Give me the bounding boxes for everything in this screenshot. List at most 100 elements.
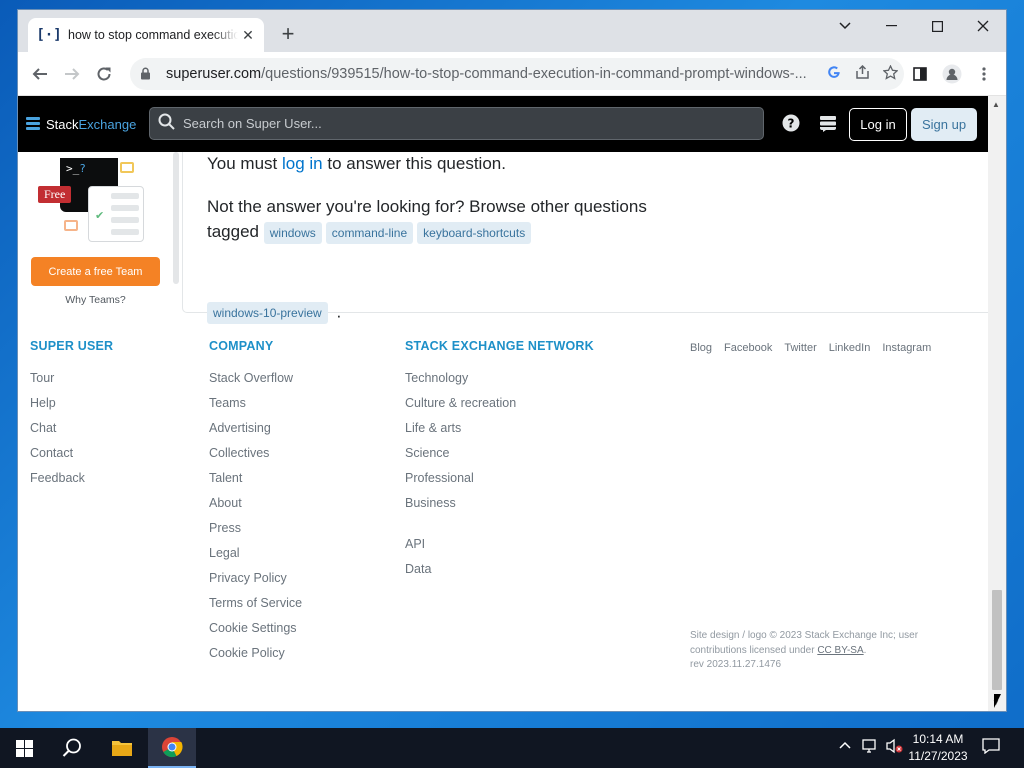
search-icon[interactable] — [48, 728, 96, 768]
close-tab-icon[interactable]: ✕ — [240, 27, 256, 44]
footer-link[interactable]: Feedback — [30, 471, 113, 496]
create-free-team-button[interactable]: Create a free Team — [31, 257, 160, 286]
footer-link[interactable]: Privacy Policy — [209, 571, 302, 596]
footer-link[interactable]: Chat — [30, 421, 113, 446]
forward-arrow-icon[interactable] — [58, 60, 86, 88]
stackexchange-header: Stack Exchange Search on Super User... ? … — [18, 96, 988, 152]
browser-window: [·] how to stop command execution in com… — [18, 10, 1006, 711]
maximize-button[interactable] — [914, 10, 960, 42]
tag-keyboard-shortcuts[interactable]: keyboard-shortcuts — [417, 221, 532, 244]
google-lens-icon[interactable] — [820, 65, 848, 83]
show-hidden-icons-chevron-icon[interactable] — [838, 738, 852, 755]
search-placeholder: Search on Super User... — [183, 116, 322, 131]
footer-link[interactable]: Professional — [405, 471, 594, 496]
chrome-taskbar-icon[interactable] — [148, 728, 196, 768]
stackexchange-logo[interactable]: Stack Exchange — [26, 117, 136, 132]
superuser-favicon-icon: [·] — [36, 27, 62, 43]
answer-prompt-panel: You must log in to answer this question.… — [182, 152, 988, 324]
footer-link[interactable]: Tour — [30, 371, 113, 396]
footer-link[interactable]: Culture & recreation — [405, 396, 594, 421]
footer-link[interactable]: Stack Overflow — [209, 371, 302, 396]
page-scrollbar[interactable]: ▲ ▼ — [988, 96, 1006, 711]
menu-kebab-icon[interactable] — [970, 60, 998, 88]
footer-link[interactable]: Press — [209, 521, 302, 546]
footer-link[interactable]: About — [209, 496, 302, 521]
footer-link[interactable]: Cookie Settings — [209, 621, 302, 646]
scroll-up-arrow-icon[interactable]: ▲ — [992, 100, 1000, 109]
network-icon[interactable] — [862, 738, 880, 757]
footer-link[interactable]: Business — [405, 496, 594, 521]
tab-title: how to stop command execution in command… — [68, 28, 238, 42]
tag-command-line[interactable]: command-line — [325, 221, 414, 244]
teams-promo: >_? ✔ Free Create a free Team Why Teams? — [18, 152, 176, 312]
back-arrow-icon[interactable] — [26, 60, 54, 88]
social-link-blog[interactable]: Blog — [690, 342, 712, 354]
clock-date: 11/27/2023 — [908, 749, 968, 763]
site-search-input[interactable]: Search on Super User... — [149, 107, 764, 140]
footer-link[interactable]: API — [405, 537, 594, 562]
bookmark-star-icon[interactable] — [876, 63, 904, 84]
social-link-linkedin[interactable]: LinkedIn — [829, 342, 871, 354]
footer-link[interactable]: Contact — [30, 446, 113, 471]
signup-button[interactable]: Sign up — [911, 108, 977, 141]
footer-link[interactable]: Advertising — [209, 421, 302, 446]
svg-text:?: ? — [788, 117, 795, 131]
footer-link[interactable]: Help — [30, 396, 113, 421]
tab-search-chevron-icon[interactable] — [822, 10, 868, 42]
chat-bubble-icon — [64, 220, 78, 231]
footer-link[interactable]: Technology — [405, 371, 594, 396]
footer-link[interactable]: Science — [405, 446, 594, 471]
browser-tab[interactable]: [·] how to stop command execution in com… — [28, 18, 264, 52]
url-path: /questions/939515/how-to-stop-command-ex… — [261, 66, 806, 82]
login-button[interactable]: Log in — [849, 108, 907, 141]
why-teams-link[interactable]: Why Teams? — [31, 294, 160, 306]
footer-link[interactable]: Collectives — [209, 446, 302, 471]
footer-link[interactable]: Cookie Policy — [209, 646, 302, 671]
clock-time: 10:14 AM — [912, 732, 964, 746]
revision-text: rev 2023.11.27.1476 — [690, 659, 782, 670]
footer-link[interactable]: Data — [405, 562, 594, 587]
teams-illustration: >_? ✔ Free — [38, 158, 152, 242]
profile-avatar-icon[interactable] — [938, 60, 966, 88]
footer-link[interactable]: Life & arts — [405, 421, 594, 446]
new-tab-button[interactable]: + — [276, 22, 300, 46]
close-window-button[interactable] — [960, 10, 1006, 42]
checkmark-icon: ✔ — [95, 210, 105, 222]
file-explorer-icon[interactable] — [98, 728, 146, 768]
free-badge: Free — [38, 186, 72, 203]
share-icon[interactable] — [848, 64, 876, 84]
windows-taskbar: 10:14 AM 11/27/2023 — [0, 728, 1024, 768]
login-link[interactable]: log in — [282, 154, 323, 173]
minimize-button[interactable] — [868, 10, 914, 42]
footer-heading-network[interactable]: STACK EXCHANGE NETWORK — [405, 339, 594, 371]
notification-center-icon[interactable] — [982, 738, 1000, 757]
must-login-suffix: to answer this question. — [327, 154, 506, 173]
footer-heading-superuser[interactable]: SUPER USER — [30, 339, 113, 371]
footer-link[interactable]: Legal — [209, 546, 302, 571]
help-icon[interactable]: ? — [781, 114, 801, 134]
scrollbar-thumb[interactable] — [992, 590, 1002, 690]
tag-windows[interactable]: windows — [263, 221, 322, 244]
footer-heading-company[interactable]: COMPANY — [209, 339, 302, 371]
footer-link[interactable]: Terms of Service — [209, 596, 302, 621]
stackexchange-stack-icon — [26, 117, 40, 131]
taskbar-clock[interactable]: 10:14 AM 11/27/2023 — [900, 731, 976, 765]
site-switcher-icon[interactable] — [818, 114, 838, 134]
browser-toolbar: superuser.com/questions/939515/how-to-st… — [18, 52, 1006, 96]
start-windows-icon[interactable] — [0, 728, 48, 768]
copyright-text: Site design / logo © 2023 Stack Exchange… — [690, 630, 919, 656]
address-bar[interactable]: superuser.com/questions/939515/how-to-st… — [130, 58, 904, 90]
footer-link[interactable]: Talent — [209, 471, 302, 496]
url-host: superuser.com — [166, 66, 262, 82]
social-link-facebook[interactable]: Facebook — [724, 342, 772, 354]
license-link[interactable]: CC BY-SA — [817, 645, 863, 656]
must-login-text: You must log in to answer this question. — [207, 154, 506, 174]
social-link-twitter[interactable]: Twitter — [784, 342, 816, 354]
reload-icon[interactable] — [90, 60, 118, 88]
footer-superuser-column: SUPER USER Tour Help Chat Contact Feedba… — [30, 313, 113, 496]
social-link-instagram[interactable]: Instagram — [882, 342, 931, 354]
logo-exchange-text: Exchange — [78, 116, 137, 132]
footer-link[interactable]: Teams — [209, 396, 302, 421]
side-panel-icon[interactable] — [906, 60, 934, 88]
copyright-notice: Site design / logo © 2023 Stack Exchange… — [690, 629, 950, 673]
